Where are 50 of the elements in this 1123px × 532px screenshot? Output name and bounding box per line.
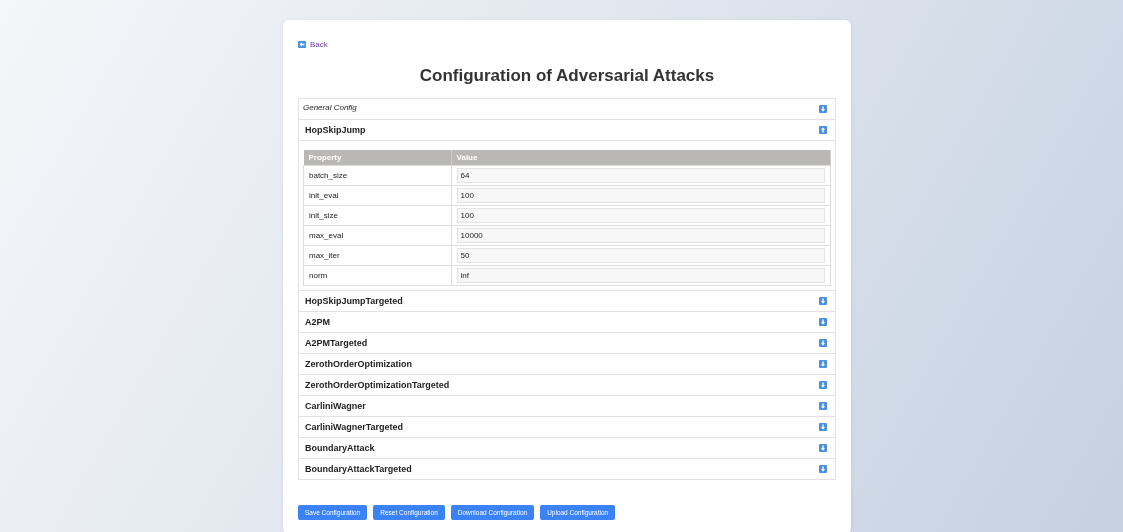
value-input[interactable]: inf [456,268,825,283]
value-input[interactable]: 100 [456,188,825,203]
property-cell: norm [303,265,452,286]
section-title: A2PMTargeted [305,338,368,348]
section-header[interactable]: General Config [299,99,835,120]
section-header[interactable]: HopSkipJump [299,120,835,141]
expand-arrow-icon[interactable] [819,381,827,389]
section-header[interactable]: ZerothOrderOptimizationTargeted [299,375,835,396]
section-header[interactable]: BoundaryAttack [299,438,835,459]
expand-arrow-icon[interactable] [819,318,827,326]
property-cell: init_eval [303,185,452,206]
section-header[interactable]: A2PMTargeted [299,333,835,354]
expand-arrow-icon[interactable] [819,465,827,473]
expand-arrow-icon[interactable] [819,402,827,410]
value-input[interactable]: 100 [456,208,825,223]
section-header[interactable]: HopSkipJumpTargeted [299,291,835,312]
column-header: Property [303,150,452,166]
expand-arrow-icon[interactable] [819,105,827,113]
back-link[interactable]: Back [298,40,328,49]
collapse-arrow-icon[interactable] [819,126,827,134]
section-header[interactable]: BoundaryAttackTargeted [299,459,835,480]
section-header[interactable]: CarliniWagnerTargeted [299,417,835,438]
expand-arrow-icon[interactable] [819,360,827,368]
section-title: HopSkipJump [305,125,366,135]
property-cell: max_eval [303,225,452,246]
section-title: CarliniWagnerTargeted [305,422,403,432]
section-header[interactable]: CarliniWagner [299,396,835,417]
property-cell: batch_size [303,165,452,186]
expand-arrow-icon[interactable] [819,423,827,431]
section-title: BoundaryAttack [305,443,375,453]
expand-arrow-icon[interactable] [819,297,827,305]
expand-arrow-icon[interactable] [819,444,827,452]
section-title: ZerothOrderOptimization [305,359,412,369]
section-header[interactable]: A2PM [299,312,835,333]
expand-arrow-icon[interactable] [819,339,827,347]
back-arrow-icon [298,41,306,48]
property-cell: max_iter [303,245,452,266]
property-cell: init_size [303,205,452,226]
section-title: ZerothOrderOptimizationTargeted [305,380,450,390]
section-title: CarliniWagner [305,401,366,411]
value-input[interactable]: 64 [456,168,825,183]
section-title: HopSkipJumpTargeted [305,296,403,306]
value-input[interactable]: 50 [456,248,825,263]
section-title: A2PM [305,317,330,327]
section-title: General Config [303,103,357,112]
page-title: Configuration of Adversarial Attacks [418,66,716,86]
column-header: Value [451,150,831,166]
value-input[interactable]: 10000 [456,228,825,243]
section-header[interactable]: ZerothOrderOptimization [299,354,835,375]
section-title: BoundaryAttackTargeted [305,464,412,474]
